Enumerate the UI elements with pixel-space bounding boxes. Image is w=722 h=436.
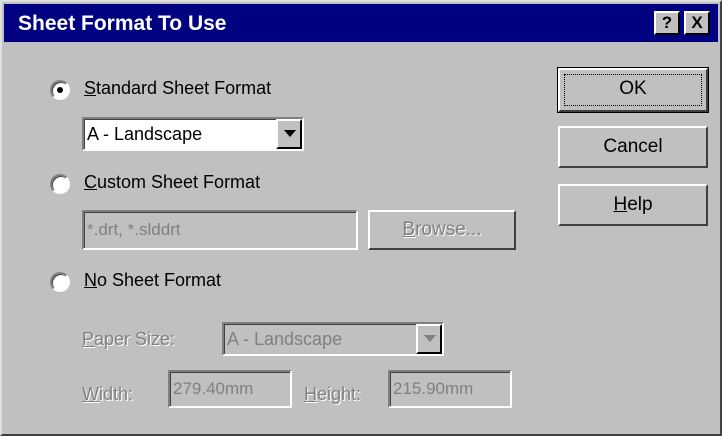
chevron-down-icon[interactable] xyxy=(276,119,302,149)
dialog-title: Sheet Format To Use xyxy=(18,12,227,35)
radio-selected-dot xyxy=(57,87,63,93)
help-icon[interactable]: ? xyxy=(654,11,680,35)
chevron-down-icon[interactable] xyxy=(416,324,442,354)
no-format-radio[interactable] xyxy=(50,272,70,292)
height-field[interactable]: 215.90mm xyxy=(388,370,512,408)
sheet-format-dialog: Sheet Format To Use ? X Standard Sheet F… xyxy=(0,0,722,436)
paper-size-select[interactable]: A - Landscape xyxy=(222,322,444,356)
paper-size-value: A - Landscape xyxy=(227,329,343,349)
cancel-button[interactable]: Cancel xyxy=(558,126,708,168)
standard-format-select[interactable]: A - Landscape xyxy=(82,117,304,151)
standard-format-label[interactable]: Standard Sheet Format xyxy=(84,78,271,99)
standard-format-value: A - Landscape xyxy=(87,124,203,144)
custom-format-radio[interactable] xyxy=(50,174,70,194)
title-bar: Sheet Format To Use ? X xyxy=(4,4,718,42)
help-button[interactable]: Help xyxy=(558,184,708,226)
paper-size-label: Paper Size: xyxy=(82,329,176,349)
close-icon[interactable]: X xyxy=(684,11,710,35)
standard-format-radio[interactable] xyxy=(50,80,70,100)
custom-format-label[interactable]: Custom Sheet Format xyxy=(84,172,260,193)
browse-button[interactable]: Browse... xyxy=(368,210,516,250)
height-label: Height: xyxy=(304,384,362,404)
width-label: Width: xyxy=(82,384,134,404)
width-field[interactable]: 279.40mm xyxy=(168,370,292,408)
no-format-label[interactable]: No Sheet Format xyxy=(84,270,221,291)
ok-button[interactable]: OK xyxy=(557,67,709,113)
custom-format-path-field[interactable]: *.drt, *.slddrt xyxy=(82,210,358,250)
